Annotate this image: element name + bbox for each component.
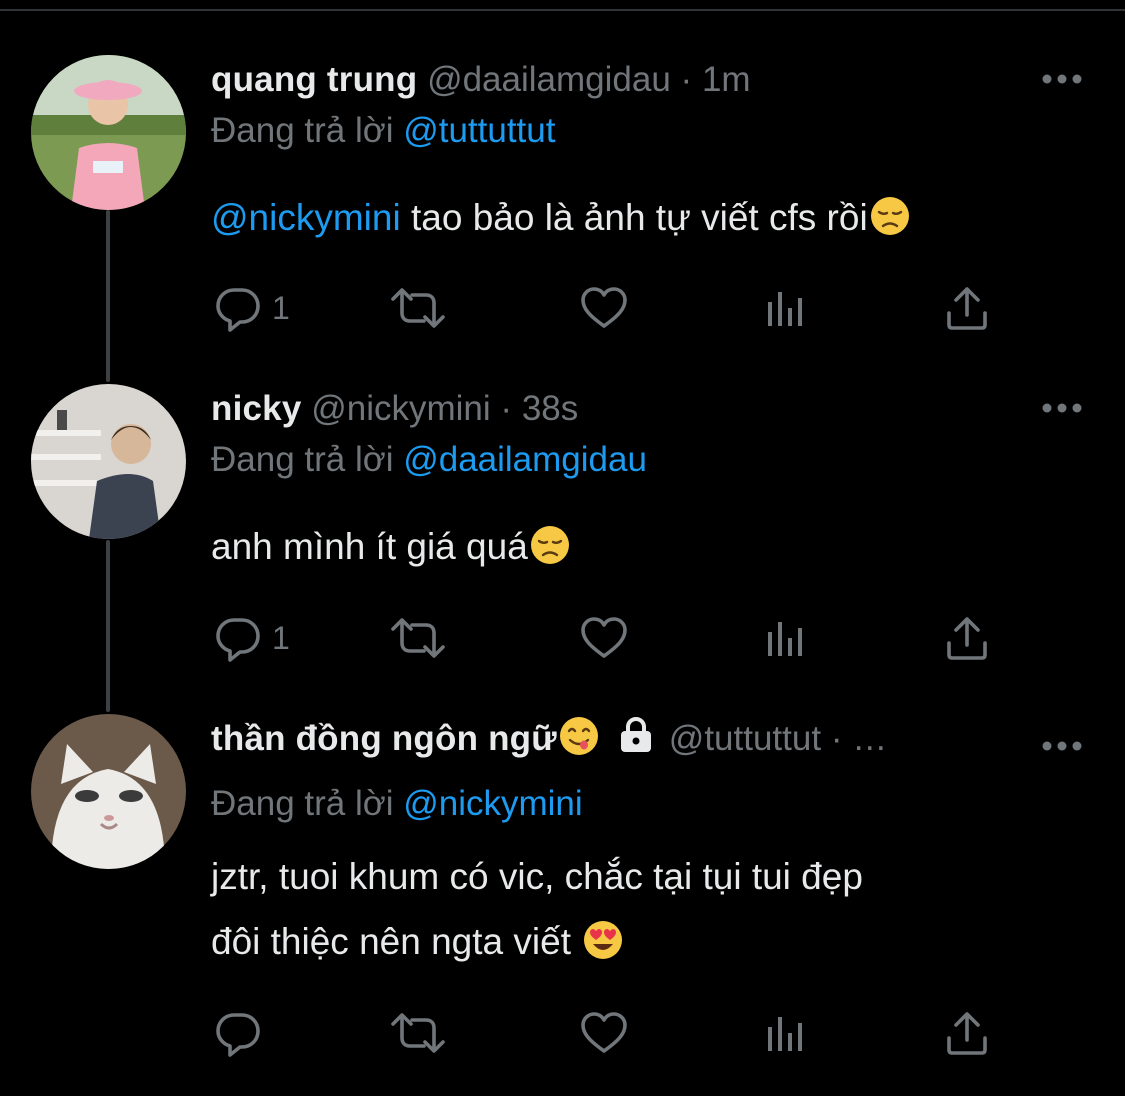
retweet-icon [390,614,446,662]
analytics-icon [766,1013,806,1053]
timestamp[interactable]: 1m [702,60,751,99]
retweet-button[interactable] [390,283,446,333]
replying-mention[interactable]: @tuttuttut [403,111,555,150]
like-icon [580,1011,628,1055]
display-name[interactable]: quang trung [211,60,417,99]
reply-icon [214,614,262,662]
tweet-text-line: tao bảo là ảnh tự viết cfs rồi [400,197,868,238]
dot-separator: · [680,60,693,99]
dot-separator: · [500,389,513,428]
tweet-text-line: đôi thiệc nên ngta viết [211,921,582,962]
reply-button[interactable]: 1 [214,283,290,333]
heart-eyes-emoji-icon [583,920,623,960]
tweet-text-line-2: đôi thiệc nên ngta viết [211,909,863,974]
timestamp[interactable]: 38s [522,389,578,428]
replying-prefix: Đang trả lời [211,784,394,823]
reply-button[interactable]: 1 [214,613,290,663]
like-button[interactable] [580,613,628,663]
analytics-icon [766,618,806,658]
tweet-text: @nickymini tao bảo là ảnh tự viết cfs rồ… [211,185,910,250]
tweet-actions [0,1008,1125,1058]
tweet-header: thần đồng ngôn ngữ @tuttuttut · … [211,714,1030,764]
more-icon[interactable] [1040,398,1084,418]
avatar-cat-icon [31,714,186,869]
display-name[interactable]: thần đồng ngôn ngữ [211,719,557,758]
replying-to: Đang trả lời @tuttuttut [211,107,555,155]
replying-to: Đang trả lời @nickymini [211,780,583,828]
tweet-header: quang trung @daailamgidau · 1m [211,55,1030,105]
analytics-icon [766,288,806,328]
tweet-actions: 1 [0,613,1125,663]
more-icon[interactable] [1040,69,1084,89]
tweet-text-line: jztr, tuoi khum có vic, chắc tại tụi tui… [211,856,863,897]
reply-count: 1 [272,289,290,326]
user-handle[interactable]: @tuttuttut [669,719,821,758]
retweet-icon [390,1009,446,1057]
tweet[interactable]: thần đồng ngôn ngữ @tuttuttut · … Đang tr… [0,714,1125,1094]
replying-prefix: Đang trả lời [211,111,394,150]
reply-icon [214,284,262,332]
share-icon [945,1010,989,1056]
reply-button[interactable] [214,1008,262,1058]
like-button[interactable] [580,1008,628,1058]
user-handle[interactable]: @daailamgidau [427,60,671,99]
timestamp[interactable]: … [852,719,887,758]
replying-mention[interactable]: @daailamgidau [403,440,647,479]
more-icon[interactable] [1040,736,1084,756]
avatar-person-jacket-icon [31,384,186,539]
retweet-button[interactable] [390,1008,446,1058]
replying-to: Đang trả lời @daailamgidau [211,436,647,484]
tweet-header: nicky @nickymini · 38s [211,384,1030,434]
replying-prefix: Đang trả lời [211,440,394,479]
analytics-button[interactable] [766,613,806,663]
tweet-text-line: anh mình ít giá quá [211,526,528,567]
share-button[interactable] [945,1008,989,1058]
analytics-button[interactable] [766,283,806,333]
share-button[interactable] [945,613,989,663]
analytics-button[interactable] [766,1008,806,1058]
tweet[interactable]: nicky @nickymini · 38s Đang trả lời @daa… [0,384,1125,684]
tweet-text: anh mình ít giá quá [211,514,570,579]
reply-icon [214,1009,262,1057]
retweet-icon [390,284,446,332]
like-icon [580,616,628,660]
reply-count: 1 [272,619,290,656]
disappointed-emoji-icon [870,196,910,236]
disappointed-emoji-icon [530,525,570,565]
lock-icon [620,717,651,752]
avatar[interactable] [31,55,186,210]
tweet-actions: 1 [0,283,1125,333]
text-mention[interactable]: @nickymini [211,197,401,238]
avatar[interactable] [31,384,186,539]
yum-emoji-icon [559,716,599,756]
share-icon [945,285,989,331]
avatar-person-pink-hat-icon [31,55,186,210]
top-divider [0,9,1125,11]
share-icon [945,615,989,661]
retweet-button[interactable] [390,613,446,663]
display-name[interactable]: nicky [211,389,302,428]
user-handle[interactable]: @nickymini [311,389,490,428]
dot-separator: · [830,719,843,758]
like-button[interactable] [580,283,628,333]
avatar[interactable] [31,714,186,869]
like-icon [580,286,628,330]
share-button[interactable] [945,283,989,333]
replying-mention[interactable]: @nickymini [403,784,582,823]
tweet[interactable]: quang trung @daailamgidau · 1m Đang trả … [0,55,1125,355]
tweet-text: jztr, tuoi khum có vic, chắc tại tụi tui… [211,844,863,974]
